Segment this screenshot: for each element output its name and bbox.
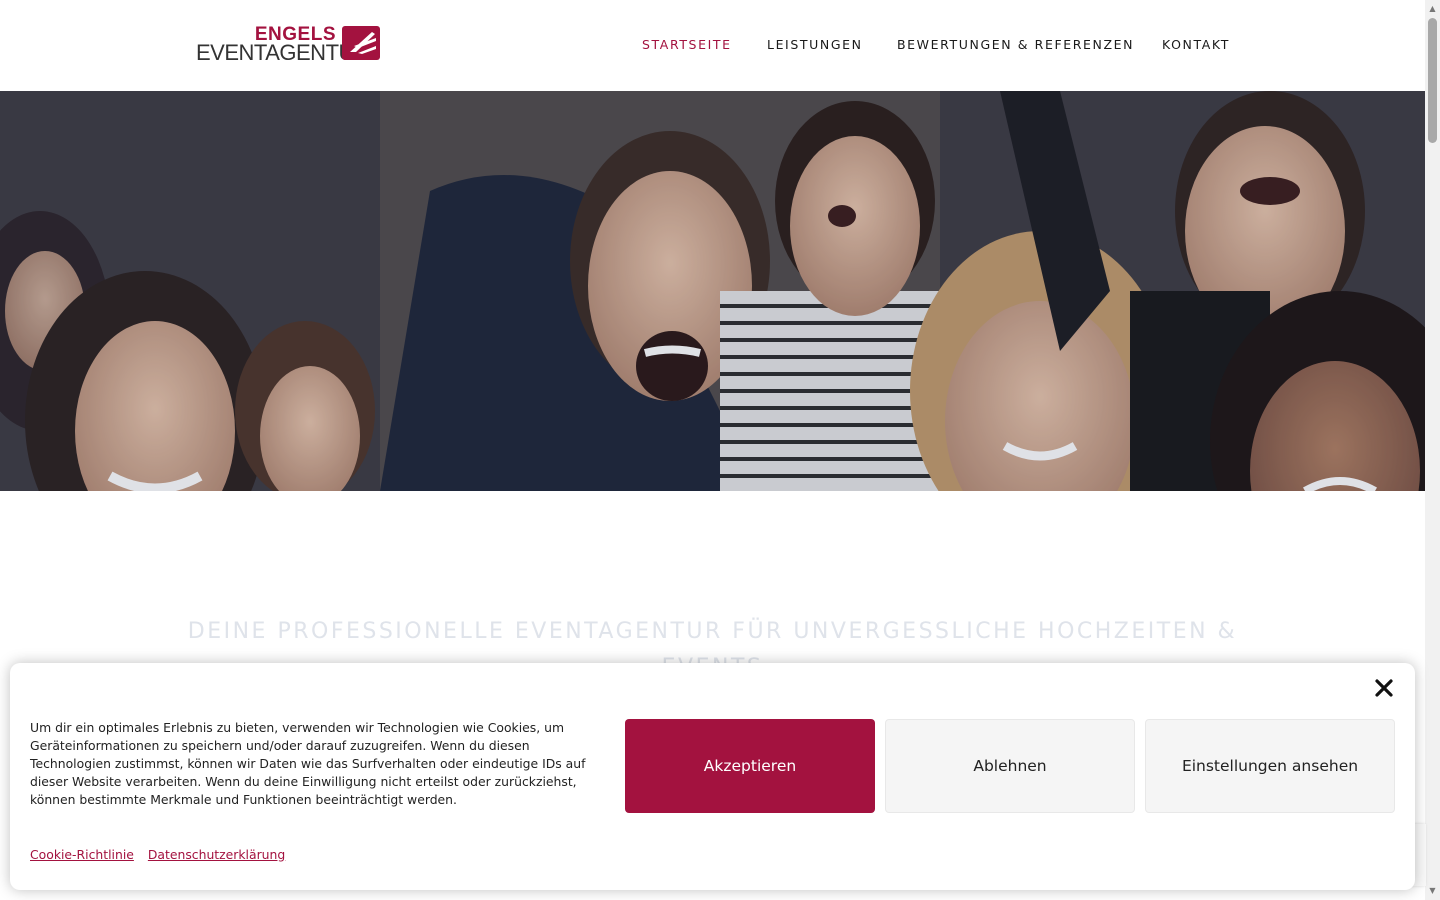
hero-image xyxy=(0,91,1425,491)
cookie-policy-link[interactable]: Cookie-Richtlinie xyxy=(30,847,134,862)
nav-item-leistungen[interactable]: LEISTUNGEN xyxy=(767,37,863,52)
cookie-links: Cookie-Richtlinie Datenschutzerklärung xyxy=(30,847,295,862)
site-header: ENGELS EVENTAGENTUR STARTSEITE LEISTUNGE… xyxy=(0,0,1425,91)
nav-item-bewertungen[interactable]: BEWERTUNGEN & REFERENZEN xyxy=(897,37,1134,52)
cookie-text: Um dir ein optimales Erlebnis zu bieten,… xyxy=(30,720,586,807)
main-nav: STARTSEITE LEISTUNGEN BEWERTUNGEN & REFE… xyxy=(0,37,1425,53)
scroll-thumb[interactable] xyxy=(1428,18,1437,143)
page-scrollbar[interactable]: ▲ ▼ xyxy=(1425,0,1440,900)
view-settings-button[interactable]: Einstellungen ansehen xyxy=(1145,719,1395,813)
deny-button[interactable]: Ablehnen xyxy=(885,719,1135,813)
cookie-banner: Um dir ein optimales Erlebnis zu bieten,… xyxy=(10,663,1415,890)
hero-photo xyxy=(0,91,1425,491)
accept-button[interactable]: Akzeptieren xyxy=(625,719,875,813)
close-icon[interactable] xyxy=(1373,677,1395,699)
nav-item-kontakt[interactable]: KONTAKT xyxy=(1162,37,1230,52)
scroll-up-icon[interactable]: ▲ xyxy=(1425,4,1440,14)
scroll-down-icon[interactable]: ▼ xyxy=(1425,886,1440,896)
privacy-policy-link[interactable]: Datenschutzerklärung xyxy=(148,847,285,862)
nav-item-startseite[interactable]: STARTSEITE xyxy=(642,37,732,52)
